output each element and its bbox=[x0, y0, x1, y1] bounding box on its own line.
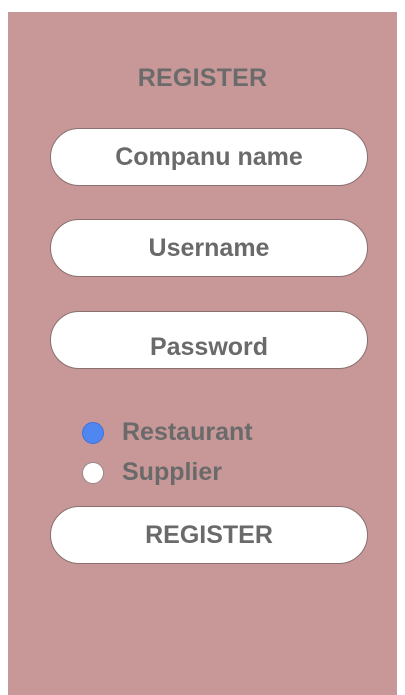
radio-restaurant[interactable]: Restaurant bbox=[82, 418, 253, 447]
radio-supplier-label: Supplier bbox=[122, 458, 223, 486]
username-field[interactable]: Username bbox=[50, 219, 368, 277]
radio-selected-icon[interactable] bbox=[82, 421, 104, 444]
company-name-field[interactable]: Companu name bbox=[50, 128, 368, 186]
password-label: Password bbox=[149, 332, 269, 361]
register-button[interactable]: REGISTER bbox=[50, 506, 368, 564]
company-name-label: Companu name bbox=[115, 142, 303, 171]
register-button-label: REGISTER bbox=[145, 520, 273, 549]
username-label: Username bbox=[148, 233, 270, 262]
radio-unselected-icon[interactable] bbox=[82, 461, 104, 484]
radio-restaurant-label: Restaurant bbox=[122, 418, 253, 446]
page-title: REGISTER bbox=[137, 64, 268, 92]
register-panel: REGISTER Companu name Username Password … bbox=[8, 12, 397, 695]
radio-supplier[interactable]: Supplier bbox=[82, 458, 222, 487]
password-field[interactable]: Password bbox=[50, 311, 368, 369]
